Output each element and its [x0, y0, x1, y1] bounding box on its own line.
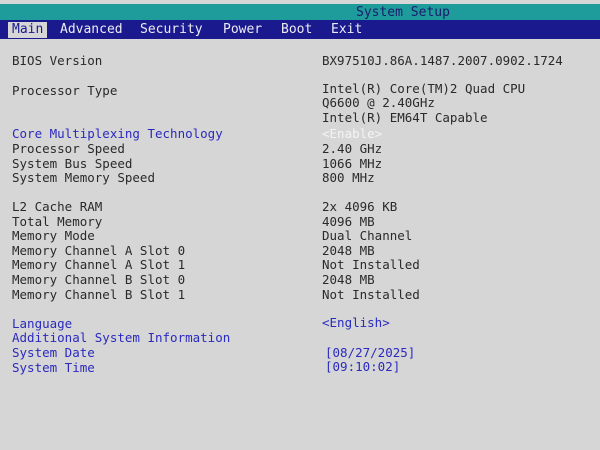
system-time-value[interactable]: [09:10:02] [325, 359, 400, 374]
additional-system-information[interactable]: Additional System Information [12, 330, 230, 345]
core-multiplexing-value[interactable]: <Enable> [322, 126, 382, 141]
core-multiplexing-label[interactable]: Core Multiplexing Technology [12, 126, 223, 141]
system-memory-speed-value: 800 MHz [322, 170, 375, 185]
system-bus-speed-label: System Bus Speed [12, 156, 133, 171]
language-value[interactable]: <English> [322, 315, 390, 330]
memory-channel-a-slot-1-value: Not Installed [322, 257, 420, 272]
l2-cache-value: 2x 4096 KB [322, 199, 398, 214]
system-bus-speed-value: 1066 MHz [322, 156, 383, 171]
memory-channel-b-slot-0-label: Memory Channel B Slot 0 [12, 272, 186, 287]
processor-speed-value: 2.40 GHz [322, 141, 383, 156]
bios-version-value: BX97510J.86A.1487.2007.0902.1724 [322, 53, 563, 68]
menu-exit[interactable]: Exit [327, 22, 366, 38]
system-date-value[interactable]: [08/27/2025] [325, 345, 415, 360]
processor-type-label: Processor Type [12, 83, 118, 98]
bios-version-label: BIOS Version [12, 53, 103, 68]
processor-type-line3: Intel(R) EM64T Capable [322, 110, 488, 125]
memory-mode-value: Dual Channel [322, 228, 413, 243]
menu-advanced[interactable]: Advanced [56, 22, 127, 38]
system-date-label[interactable]: System Date [12, 345, 95, 360]
memory-channel-b-slot-0-value: 2048 MB [322, 272, 375, 287]
title-bar [0, 4, 600, 20]
memory-channel-b-slot-1-label: Memory Channel B Slot 1 [12, 287, 186, 302]
menu-boot[interactable]: Boot [277, 22, 316, 38]
processor-type-line2: Q6600 @ 2.40GHz [322, 95, 435, 110]
system-time-label[interactable]: System Time [12, 360, 95, 375]
memory-channel-a-slot-0-label: Memory Channel A Slot 0 [12, 243, 186, 258]
total-memory-value: 4096 MB [322, 214, 375, 229]
total-memory-label: Total Memory [12, 214, 103, 229]
memory-channel-b-slot-1-value: Not Installed [322, 287, 420, 302]
window-title: System Setup [356, 5, 450, 20]
l2-cache-label: L2 Cache RAM [12, 199, 103, 214]
processor-speed-label: Processor Speed [12, 141, 125, 156]
menu-security[interactable]: Security [136, 22, 207, 38]
memory-channel-a-slot-1-label: Memory Channel A Slot 1 [12, 257, 186, 272]
system-memory-speed-label: System Memory Speed [12, 170, 155, 185]
memory-mode-label: Memory Mode [12, 228, 95, 243]
menu-main[interactable]: Main [8, 22, 48, 38]
bios-setup-screen: System Setup Main Advanced Security Powe… [0, 0, 600, 450]
processor-type-line1: Intel(R) Core(TM)2 Quad CPU [322, 81, 526, 96]
language-label[interactable]: Language [12, 316, 72, 331]
memory-channel-a-slot-0-value: 2048 MB [322, 243, 375, 258]
menu-power[interactable]: Power [219, 22, 266, 38]
